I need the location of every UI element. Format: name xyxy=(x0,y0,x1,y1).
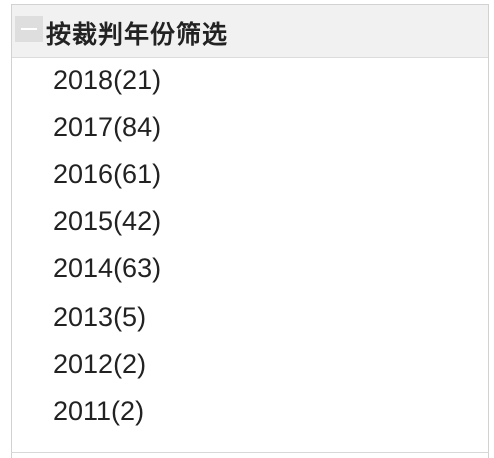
year-filter-item-2012[interactable]: 2012(2) xyxy=(53,348,146,380)
filter-panel-title: 按裁判年份筛选 xyxy=(46,20,229,49)
year-filter-item-2011[interactable]: 2011(2) xyxy=(53,395,144,427)
year-filter-item-2017[interactable]: 2017(84) xyxy=(53,111,161,143)
year-filter-item-2014[interactable]: 2014(63) xyxy=(53,252,161,284)
year-filter-item-2018[interactable]: 2018(21) xyxy=(53,64,161,96)
year-filter-item-2013[interactable]: 2013(5) xyxy=(53,301,146,333)
filter-panel-header: 按裁判年份筛选 xyxy=(12,5,488,58)
collapse-button[interactable] xyxy=(15,16,43,42)
year-filter-item-2016[interactable]: 2016(61) xyxy=(53,158,161,190)
minus-icon xyxy=(21,28,37,30)
panel-bottom-divider xyxy=(11,452,489,453)
year-filter-item-2015[interactable]: 2015(42) xyxy=(53,205,161,237)
